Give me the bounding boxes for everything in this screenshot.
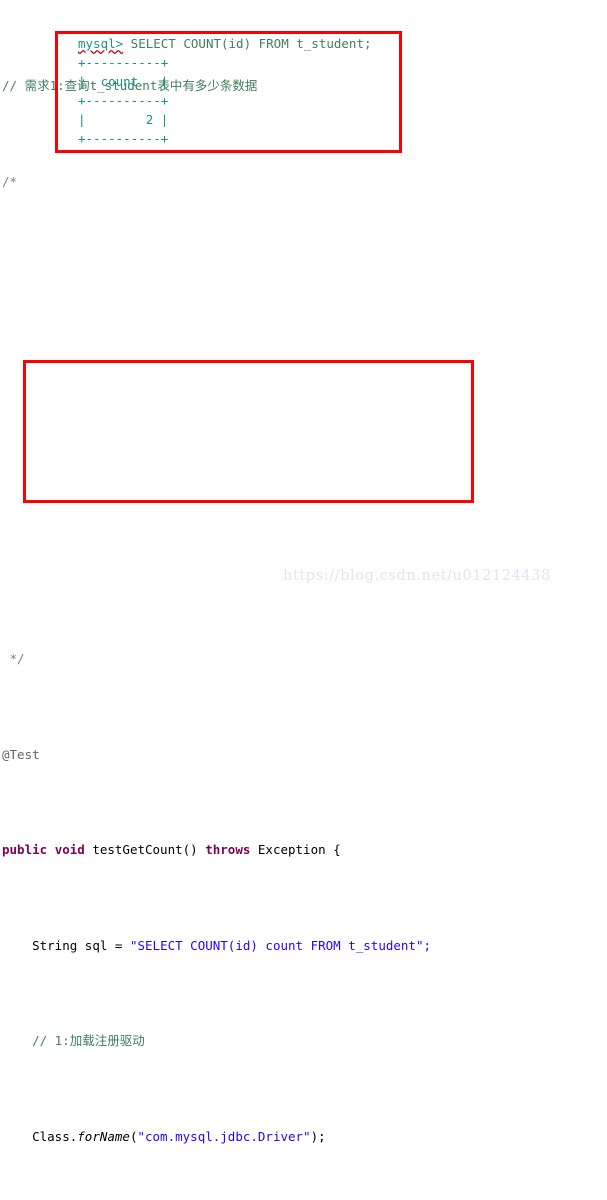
keyword-public: public bbox=[2, 842, 48, 858]
code-line-sql-declaration: String sql = "SELECT COUNT(id) count FRO… bbox=[0, 936, 607, 955]
mysql-query-text: SELECT COUNT(id) FROM t_student; bbox=[123, 36, 372, 51]
code-line-block-comment-close: */ bbox=[0, 649, 607, 668]
exception-type: Exception bbox=[257, 842, 326, 858]
class-forname-prefix: Class. bbox=[32, 1128, 78, 1144]
method-open-brace: { bbox=[333, 842, 341, 858]
mysql-console-output: mysql> SELECT COUNT(id) FROM t_student; +… bbox=[78, 34, 372, 149]
code-line-spacer-4 bbox=[0, 439, 607, 458]
method-forname: forName bbox=[77, 1128, 130, 1144]
comment-step1: // 1:加载注册驱动 bbox=[32, 1033, 145, 1049]
code-line-spacer-2 bbox=[0, 325, 607, 344]
keyword-throws: throws bbox=[205, 842, 251, 858]
method-name: testGetCount() bbox=[92, 842, 198, 858]
code-line-test-annotation: @Test bbox=[0, 745, 607, 764]
code-line-spacer-1 bbox=[0, 267, 607, 286]
console-query-line: mysql> SELECT COUNT(id) FROM t_student; bbox=[78, 34, 372, 53]
paren-close-1: ); bbox=[310, 1128, 326, 1144]
mysql-prompt: mysql> bbox=[78, 36, 124, 51]
code-line-block-comment-open: /* bbox=[0, 172, 607, 191]
code-line-step1-comment: // 1:加载注册驱动 bbox=[0, 1031, 607, 1050]
sql-var-type: String bbox=[32, 937, 78, 953]
sql-var-name: sql bbox=[84, 937, 108, 953]
console-header-row: | count | bbox=[78, 74, 169, 90]
block-comment-close: */ bbox=[2, 651, 25, 667]
console-rule-top: +----------+ bbox=[78, 55, 169, 71]
code-line-method-signature: public void testGetCount() throws Except… bbox=[0, 840, 607, 859]
code-line-class-forname: Class.forName("com.mysql.jdbc.Driver"); bbox=[0, 1127, 607, 1146]
assign-operator: = bbox=[114, 937, 123, 953]
console-rule-mid: +----------+ bbox=[78, 93, 169, 109]
sql-string-literal: "SELECT COUNT(id) count FROM t_student"; bbox=[129, 937, 431, 953]
console-rule-bottom: +----------+ bbox=[78, 131, 169, 147]
code-line-spacer-3 bbox=[0, 382, 607, 401]
block-comment-open: /* bbox=[2, 173, 18, 189]
junit-test-annotation: @Test bbox=[2, 746, 40, 762]
paren-open-1: ( bbox=[129, 1128, 138, 1144]
driver-class-string: "com.mysql.jdbc.Driver" bbox=[137, 1128, 311, 1144]
keyword-void: void bbox=[54, 842, 85, 858]
code-line-spacer-5 bbox=[0, 496, 607, 515]
csdn-blog-watermark: https://blog.csdn.net/u012124438 bbox=[283, 568, 551, 584]
console-value-row: | 2 | bbox=[78, 112, 169, 128]
